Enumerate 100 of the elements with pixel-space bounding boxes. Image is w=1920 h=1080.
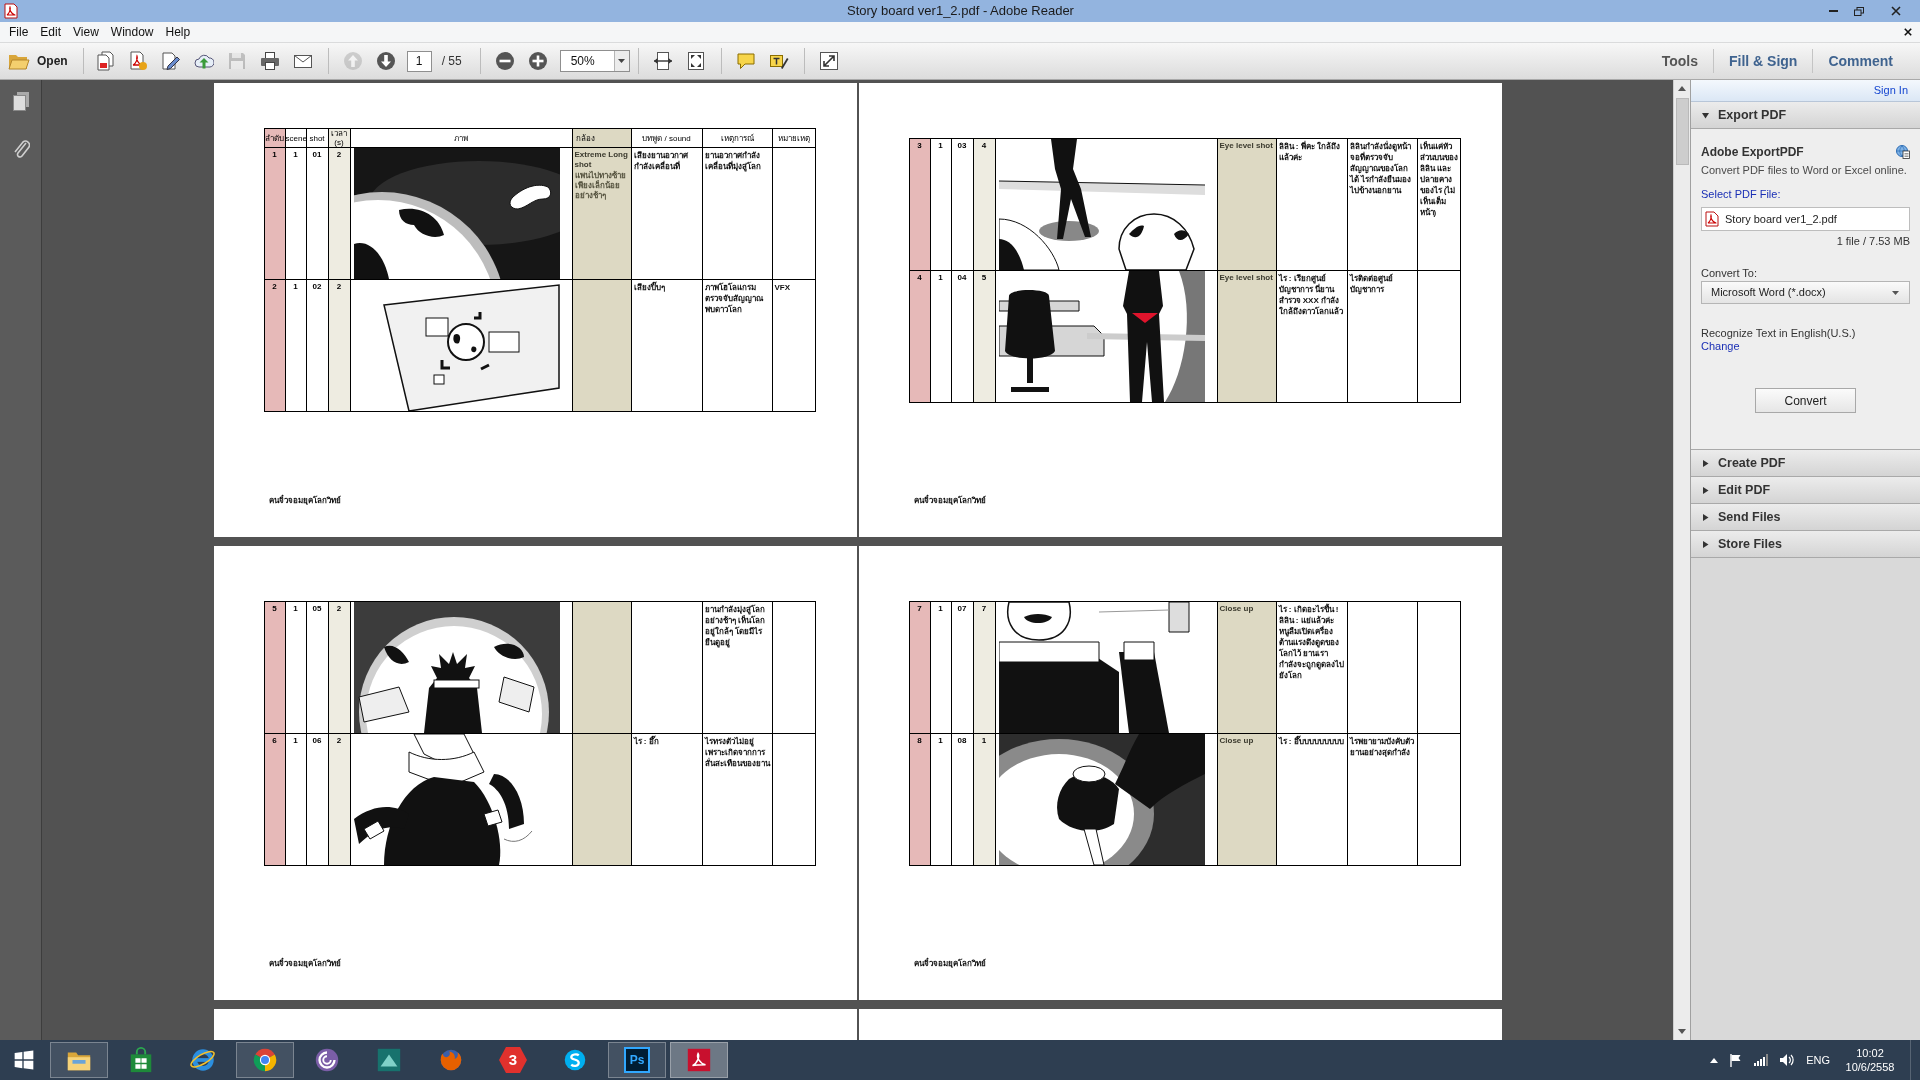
document-icon <box>3 3 19 19</box>
table-cell: ยานอวกาศกำลังเคลื่อนที่มุ่งสู่โลก <box>702 147 772 280</box>
restore-icon <box>1854 6 1864 16</box>
table-cell: 4 <box>973 138 995 271</box>
table-cell: 6 <box>264 733 285 866</box>
table-cell: 7 <box>909 601 930 734</box>
language-indicator[interactable]: ENG <box>1806 1051 1830 1069</box>
camera-shot-label: Eye level shot <box>1219 141 1274 151</box>
table-cell: ลิลินกำลังนั่งดูหน้าจอที่ตรวจจับสัญญาณของโลกได้ ไรกำลังยืนมองไปข้างนอกยาน <box>1347 138 1417 271</box>
table-cell: 1 <box>264 147 285 280</box>
fit-page-icon <box>686 51 707 71</box>
table-cell: ไรทรงตัวไม่อยู่เพราะเกิดจากการสั่นสะเทือนของยาน <box>702 733 772 866</box>
table-cell: 03 <box>951 138 973 271</box>
camera-note: แพนไปทางซ้ายเพียงเล็กน้อยอย่างช้าๆ <box>574 171 627 201</box>
taskbar-button[interactable] <box>50 1042 108 1078</box>
table-cell: เห็นแค่หัวส่วนบนของลิลิน และปลายคางของไร (ไม่เห็นเต็มหน้า) <box>1417 138 1460 271</box>
taskbar-button[interactable]: Ps <box>608 1042 666 1078</box>
close-icon <box>1904 28 1912 36</box>
scrollbar-thumb[interactable] <box>1675 98 1689 165</box>
page-number-field[interactable]: 1 <box>406 50 432 72</box>
scrollbar[interactable] <box>1673 80 1690 1040</box>
menu-item[interactable]: Help <box>159 23 197 41</box>
panel-title: Adobe ExportPDF <box>1701 144 1804 161</box>
column-header: เวลา (s) <box>328 128 350 148</box>
table-cell: 1 <box>285 279 306 412</box>
open-button[interactable]: Open <box>0 46 78 76</box>
convert-button[interactable]: Convert <box>1755 388 1856 413</box>
spiral-icon <box>313 1046 341 1074</box>
section-header[interactable]: Store Files <box>1691 531 1920 558</box>
table-cell: VFX <box>772 279 815 412</box>
zoom-out-icon <box>495 51 516 71</box>
sign-in-link[interactable]: Sign In <box>1873 82 1908 99</box>
table-cell: 1 <box>973 733 995 866</box>
pane-tab[interactable]: Comment <box>1813 46 1908 76</box>
column-header: ลำดับ <box>264 128 285 148</box>
camera-shot-label: Extreme Long shot <box>574 150 629 170</box>
print-icon <box>260 51 281 71</box>
table-cell: 5 <box>973 270 995 403</box>
table-cell: ลิลิน : พี่คะ ใกล้ถึงแล้วค่ะ <box>1276 138 1347 271</box>
pane-tab[interactable]: Fill & Sign <box>1714 46 1813 76</box>
section-header[interactable]: Export PDF <box>1691 102 1920 129</box>
table-cell: ไรพยายามบังคับตัวยานอย่างสุดกำลัง <box>1347 733 1417 866</box>
convert-to-label: Convert To: <box>1701 267 1759 280</box>
table-cell: 1 <box>285 601 306 734</box>
table-cell: 02 <box>306 279 328 412</box>
close-document-button[interactable] <box>1901 25 1915 39</box>
window-title: Story board ver1_2.pdf - Adobe Reader <box>846 2 1075 21</box>
menu-item[interactable]: Edit <box>34 23 68 41</box>
table-cell: 04 <box>951 270 973 403</box>
table-cell: 1 <box>930 138 951 271</box>
table-cell: 1 <box>930 601 951 734</box>
section-header[interactable]: Edit PDF <box>1691 477 1920 504</box>
table-cell: ไรติดต่อศูนย์บัญชาการ <box>1347 270 1417 403</box>
table-cell: 2 <box>328 147 350 280</box>
table-cell: 5 <box>264 601 285 734</box>
pages-icon <box>11 91 30 111</box>
pdf-document-icon <box>128 51 149 71</box>
paperclip-icon <box>11 139 30 159</box>
zoom-field[interactable]: 50% <box>559 50 630 72</box>
table-cell: 06 <box>306 733 328 866</box>
section-header[interactable]: Create PDF <box>1691 450 1920 477</box>
table-cell: 1 <box>285 147 306 280</box>
four-panes-icon <box>14 1050 34 1070</box>
menu-item[interactable]: File <box>3 23 35 41</box>
table-cell: ไร : อึ๊บบบบบบบบบ <box>1276 733 1347 866</box>
table-cell: 8 <box>909 733 930 866</box>
taskbar-button[interactable]: 3 <box>484 1042 542 1078</box>
column-header: scene <box>285 128 306 148</box>
signal-bars-icon <box>1754 1054 1769 1066</box>
page-footer-text: คนจิ๋วจอมยุคโลกวิทย์ <box>268 495 341 507</box>
selected-file-field[interactable]: Story board ver1_2.pdf <box>1701 207 1910 231</box>
folder-icon <box>8 52 30 70</box>
menu-item[interactable]: Window <box>104 23 160 41</box>
page-footer-text: คนจิ๋วจอมยุคโลกวิทย์ <box>913 495 986 507</box>
pencil-document-icon <box>161 51 182 71</box>
ring-orbit-icon <box>189 1046 217 1074</box>
table-cell: เสียงยานอวกาศกำลังเคลื่อนที่ <box>631 147 702 280</box>
change-link[interactable]: Change <box>1701 340 1740 353</box>
file-size-text: 1 file / 7.53 MB <box>1836 235 1910 248</box>
swirl-tile-icon <box>685 1046 713 1074</box>
camera-shot-label: Close up <box>1219 604 1255 614</box>
table-cell: 2 <box>328 733 350 866</box>
globe-document-icon <box>1896 145 1910 159</box>
section-header[interactable]: Send Files <box>1691 504 1920 531</box>
format-dropdown[interactable]: Microsoft Word (*.docx) <box>1701 281 1910 304</box>
clock-time[interactable]: 10:02 <box>1856 1046 1884 1060</box>
segmented-circle-icon <box>251 1046 279 1074</box>
peak-tile-icon <box>375 1046 403 1074</box>
page-count: / 55 <box>441 53 462 70</box>
caret-icon <box>1892 290 1899 295</box>
speaker-icon <box>1780 1054 1795 1066</box>
table-cell: ยานกำลังมุ่งสู่โลกอย่างช้าๆ เห็นโลกอยู่ใกล้ๆ โดยมีไรยืนดูอยู่ <box>702 601 772 734</box>
table-cell: 2 <box>328 279 350 412</box>
table-cell: 3 <box>909 138 930 271</box>
clock-date[interactable]: 10/6/2558 <box>1845 1060 1895 1074</box>
pane-tab[interactable]: Tools <box>1646 46 1713 76</box>
pdf-file-icon <box>1705 211 1719 227</box>
fit-width-icon <box>653 51 674 71</box>
table-cell: 05 <box>306 601 328 734</box>
menu-item[interactable]: View <box>67 23 105 41</box>
